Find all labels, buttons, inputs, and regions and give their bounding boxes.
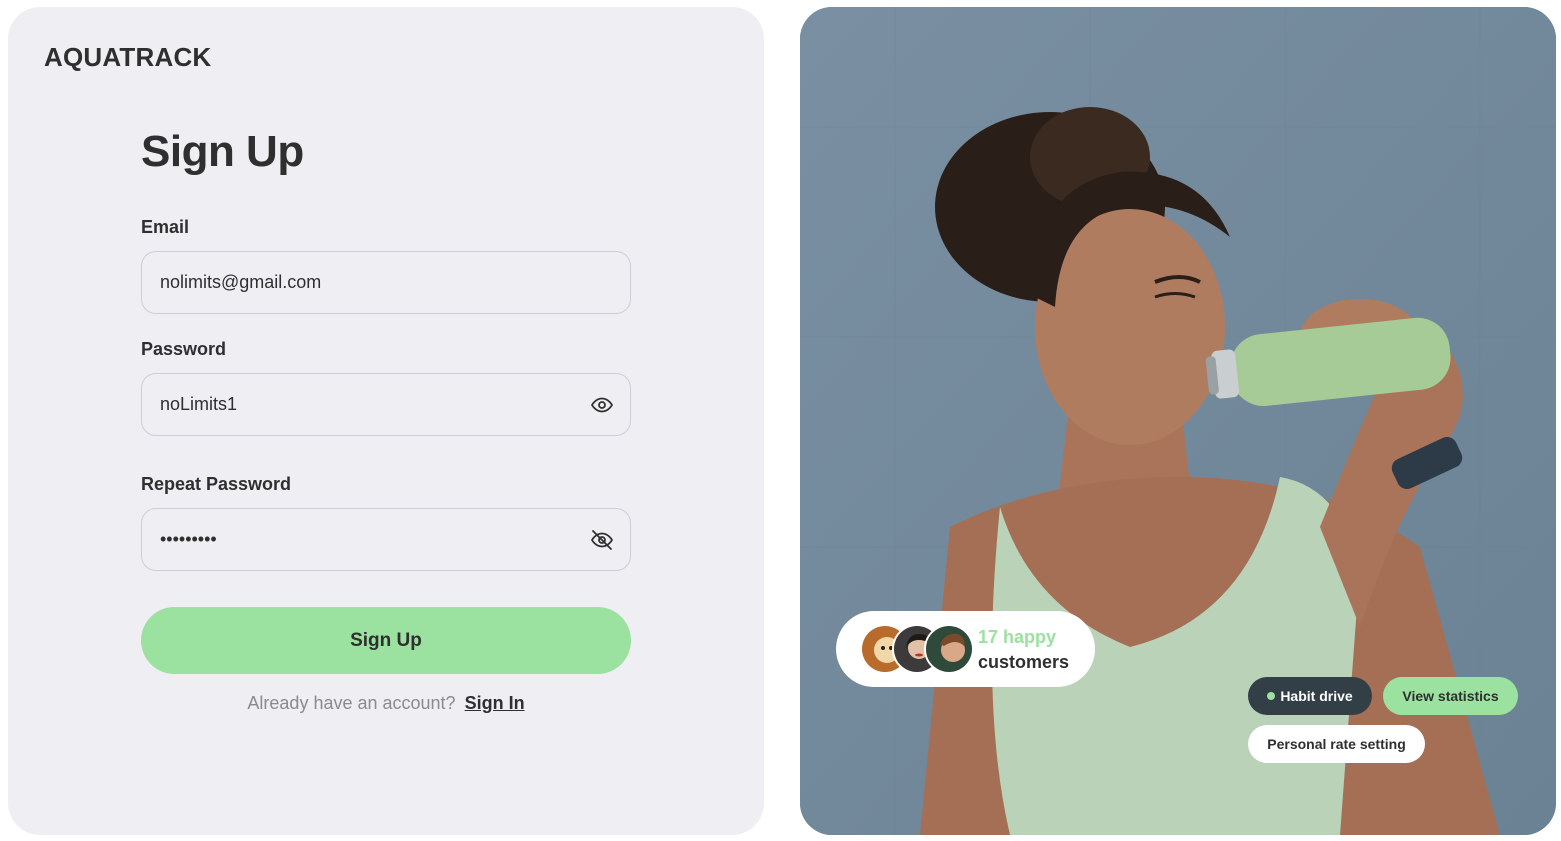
avatar — [924, 624, 974, 674]
sign-in-link[interactable]: Sign In — [465, 693, 525, 713]
happy-customers-badge: 17 happy customers — [836, 611, 1095, 687]
personal-rate-setting-label: Personal rate setting — [1267, 736, 1406, 752]
sign-up-panel: AQUATRACK Sign Up Email Password Repeat … — [8, 7, 764, 835]
sign-up-form: Sign Up Email Password Repeat Password — [141, 127, 631, 713]
repeat-password-input[interactable] — [160, 509, 560, 570]
habit-drive-chip[interactable]: Habit drive — [1248, 677, 1372, 715]
sign-in-prompt: Already have an account? Sign In — [141, 693, 631, 714]
habit-drive-label: Habit drive — [1280, 688, 1353, 704]
password-input[interactable] — [160, 374, 560, 435]
view-statistics-label: View statistics — [1402, 688, 1499, 704]
sign-up-button[interactable]: Sign Up — [141, 607, 631, 674]
hero-image-panel: 17 happy customers Habit drive View stat… — [800, 7, 1556, 835]
email-field-wrapper — [141, 251, 631, 314]
repeat-password-field-wrapper — [141, 508, 631, 571]
repeat-password-label: Repeat Password — [141, 474, 292, 494]
customers-label: customers — [978, 652, 1070, 672]
customers-caption: 17 happy customers — [978, 625, 1069, 675]
view-statistics-chip[interactable]: View statistics — [1383, 677, 1518, 715]
password-field-wrapper — [141, 373, 631, 436]
customers-count: 17 happy — [978, 627, 1057, 647]
page-title: Sign Up — [141, 127, 304, 176]
personal-rate-setting-chip[interactable]: Personal rate setting — [1248, 725, 1425, 763]
email-input[interactable] — [160, 252, 560, 313]
password-label: Password — [141, 339, 227, 359]
eye-off-icon[interactable] — [590, 528, 614, 552]
eye-icon[interactable] — [590, 393, 614, 417]
sign-in-prompt-text: Already have an account? — [247, 693, 456, 713]
email-label: Email — [141, 217, 190, 237]
app-logo[interactable]: AQUATRACK — [44, 42, 211, 73]
status-dot-icon — [1267, 692, 1276, 700]
